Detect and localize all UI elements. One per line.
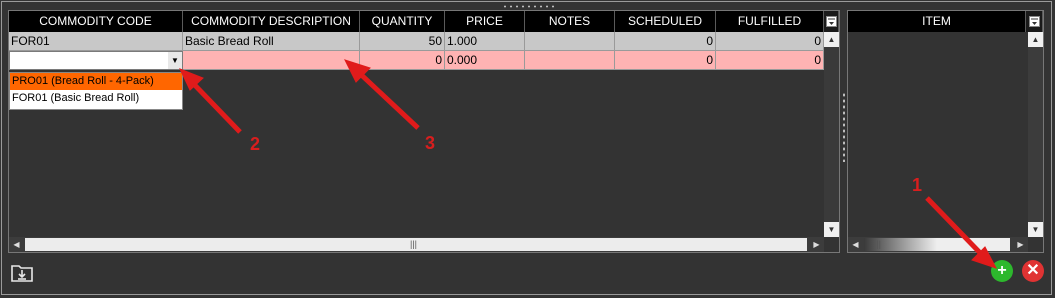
annotation-arrows	[179, 59, 998, 269]
annotation-label-1: 1	[912, 175, 923, 195]
window-frame: COMMODITY CODE COMMODITY DESCRIPTION QUA…	[1, 1, 1052, 295]
annotation-label-2: 2	[250, 134, 261, 154]
annotation-label-3: 3	[425, 133, 436, 153]
